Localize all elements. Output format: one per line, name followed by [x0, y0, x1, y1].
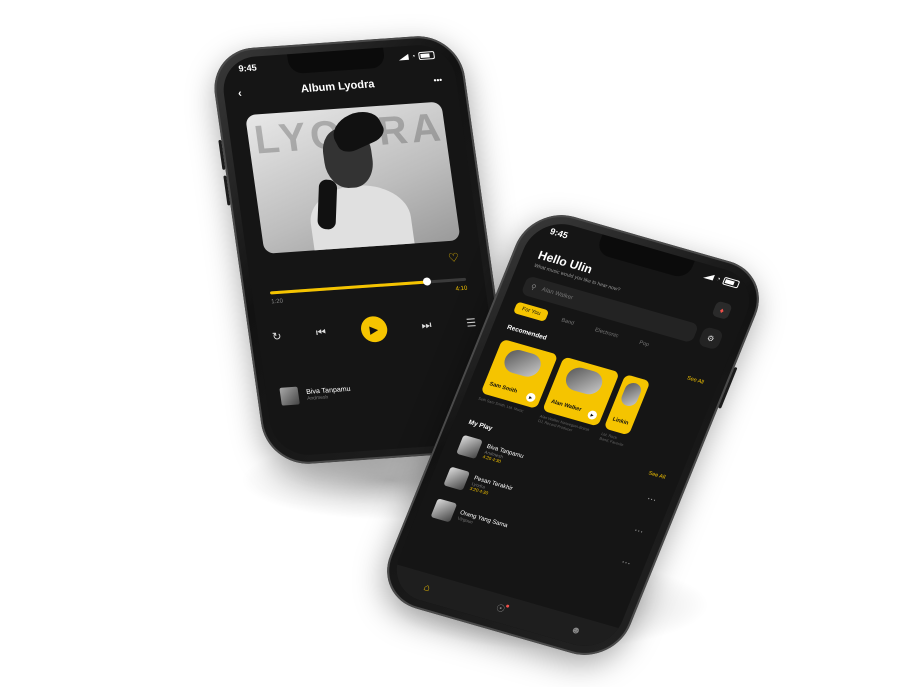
artist-name: Alan Walker: [549, 398, 583, 414]
play-icon: ▶: [368, 323, 379, 336]
cover-figure-glove: [317, 178, 338, 231]
now-playing-thumbnail: [279, 386, 300, 406]
track-text: Biva Tanpamu Andmesh 4:20 4:30: [482, 444, 524, 469]
track-text: Orang Yang Sama Virgoun: [457, 510, 508, 534]
tab-for-you[interactable]: For You: [512, 301, 550, 322]
total-time: 4:10: [455, 285, 468, 293]
previous-icon[interactable]: ⏮: [315, 326, 327, 340]
wifi-icon: ◔: [715, 275, 722, 283]
recommended-see-all-link[interactable]: See All: [685, 375, 705, 386]
playback-controls: ↻ ⏮ ▶ ⏭ ☰: [270, 309, 478, 349]
artist-name: Linkin: [611, 416, 630, 427]
player-header: ‹ Album Lyodra •••: [223, 69, 458, 105]
artist-description: Ltd. Rock Band, Favorite: [598, 431, 625, 448]
track-thumbnail: [430, 498, 458, 523]
bell-icon[interactable]: ♦: [711, 300, 733, 320]
album-cover: LYODRA: [245, 101, 461, 254]
status-icons: ◔: [397, 50, 436, 62]
tab-electronic[interactable]: Electronic: [586, 322, 627, 344]
play-icon[interactable]: ▶: [524, 391, 537, 403]
filter-icon: ⚙: [705, 333, 716, 344]
track-thumbnail: [456, 434, 483, 460]
wifi-icon: ◔: [410, 52, 417, 61]
playlist-icon[interactable]: ☰: [465, 316, 477, 330]
battery-icon: [721, 276, 741, 289]
status-time: 9:45: [548, 226, 570, 241]
playlist-title: My Play: [467, 419, 494, 433]
artist-avatar: [618, 381, 644, 408]
play-icon[interactable]: ▶: [586, 409, 599, 421]
filter-button[interactable]: ⚙: [697, 326, 725, 351]
next-icon[interactable]: ⏭: [421, 319, 433, 333]
back-icon[interactable]: ‹: [237, 88, 242, 100]
profile-icon[interactable]: ☻: [569, 624, 583, 637]
progress-handle[interactable]: [422, 277, 432, 286]
search-icon: ⚲: [529, 283, 538, 292]
recommended-title: Recomended: [505, 323, 548, 342]
track-more-button[interactable]: ⋯: [620, 556, 632, 569]
elapsed-time: 1:20: [270, 298, 284, 306]
track-text: Pesan Terakhir Lyodra 3:20 4:30: [469, 476, 513, 502]
heart-icon[interactable]: ♡: [447, 250, 460, 265]
status-icons: ◔: [702, 270, 741, 289]
artist-avatar: [500, 347, 545, 380]
tab-pop[interactable]: Pop: [630, 335, 657, 353]
play-button[interactable]: ▶: [358, 315, 389, 344]
battery-icon: [418, 51, 436, 61]
page-title: Album Lyodra: [300, 78, 376, 96]
artist-name: Sam Smith: [488, 381, 519, 395]
status-time: 9:45: [237, 62, 258, 74]
tab-band[interactable]: Band: [552, 313, 582, 332]
track-more-button[interactable]: ⋯: [632, 524, 645, 537]
playlist-see-all-link[interactable]: See All: [647, 471, 666, 482]
repeat-icon[interactable]: ↻: [271, 329, 282, 343]
signal-icon: [702, 272, 715, 281]
home-icon[interactable]: ⌂: [422, 582, 432, 594]
explore-icon[interactable]: ☉: [494, 602, 507, 615]
track-more-button[interactable]: ⋯: [645, 493, 658, 506]
more-options-button[interactable]: •••: [433, 75, 443, 85]
track-thumbnail: [443, 466, 471, 491]
signal-icon: [397, 53, 409, 61]
artist-avatar: [562, 364, 606, 398]
now-playing-text: Biva Tanpamu Andmesh: [306, 385, 352, 401]
